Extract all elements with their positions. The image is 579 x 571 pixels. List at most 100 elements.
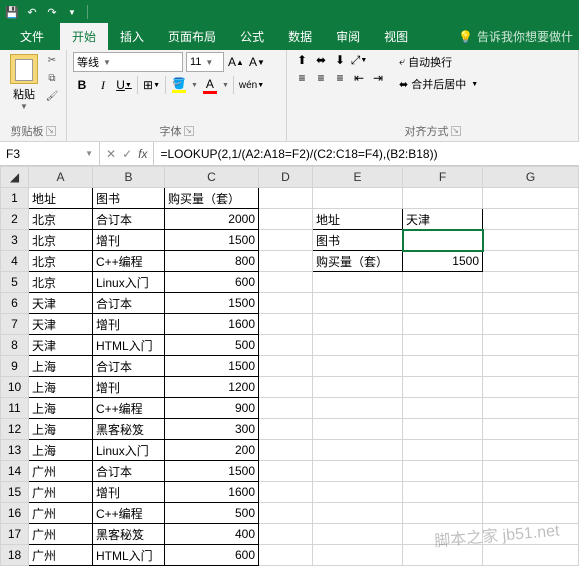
align-left-icon[interactable]: ≡ [293, 70, 311, 86]
cell[interactable]: 600 [165, 272, 259, 293]
chevron-down-icon[interactable]: ▼ [191, 82, 198, 89]
cell[interactable] [403, 461, 483, 482]
worksheet[interactable]: ◢ A B C D E F G 1 地址 图书 购买量（套） 2 北京合订本20… [0, 166, 579, 566]
cell[interactable] [483, 314, 579, 335]
cell[interactable]: 1500 [403, 251, 483, 272]
align-middle-icon[interactable]: ⬌ [312, 52, 330, 68]
decrease-font-icon[interactable]: A▼ [248, 52, 266, 72]
cell[interactable]: C++编程 [93, 503, 165, 524]
cell[interactable]: Linux入门 [93, 272, 165, 293]
fx-icon[interactable]: fx [138, 147, 147, 161]
tab-review[interactable]: 审阅 [324, 23, 372, 50]
cell[interactable] [483, 251, 579, 272]
cell[interactable] [259, 356, 313, 377]
cell[interactable] [483, 230, 579, 251]
font-color-button[interactable]: A [201, 77, 219, 94]
row-header[interactable]: 13 [1, 440, 29, 461]
cell[interactable] [403, 188, 483, 209]
cell[interactable]: 图书 [313, 230, 403, 251]
cell[interactable]: 广州 [29, 461, 93, 482]
cell[interactable]: 广州 [29, 524, 93, 545]
cell[interactable] [259, 272, 313, 293]
cell[interactable]: 合订本 [93, 209, 165, 230]
cell[interactable] [313, 461, 403, 482]
cell[interactable]: 北京 [29, 251, 93, 272]
italic-button[interactable]: I [94, 75, 112, 95]
cell[interactable]: 购买量（套） [165, 188, 259, 209]
cell[interactable] [259, 377, 313, 398]
phonetic-button[interactable]: wén▼ [238, 75, 265, 95]
col-header-F[interactable]: F [403, 167, 483, 188]
cell[interactable]: 北京 [29, 209, 93, 230]
cell[interactable]: C++编程 [93, 251, 165, 272]
cell[interactable] [259, 440, 313, 461]
cell[interactable] [313, 545, 403, 566]
cell[interactable] [403, 293, 483, 314]
cell[interactable]: 500 [165, 503, 259, 524]
cell[interactable] [483, 440, 579, 461]
cell[interactable]: 合订本 [93, 461, 165, 482]
cell[interactable]: 1600 [165, 482, 259, 503]
row-header[interactable]: 11 [1, 398, 29, 419]
cell[interactable] [403, 482, 483, 503]
col-header-D[interactable]: D [259, 167, 313, 188]
align-bottom-icon[interactable]: ⬇ [331, 52, 349, 68]
wrap-text-button[interactable]: ⤶自动换行 [395, 52, 482, 72]
cell[interactable] [403, 314, 483, 335]
align-center-icon[interactable]: ≡ [312, 70, 330, 86]
cell[interactable] [483, 503, 579, 524]
cell[interactable] [259, 524, 313, 545]
paste-button[interactable]: 粘贴 ▼ [6, 52, 42, 113]
cell[interactable]: 增刊 [93, 377, 165, 398]
cell[interactable]: 图书 [93, 188, 165, 209]
chevron-down-icon[interactable]: ▼ [222, 82, 229, 89]
tab-layout[interactable]: 页面布局 [156, 23, 228, 50]
tab-view[interactable]: 视图 [372, 23, 420, 50]
font-size-combo[interactable]: 11▼ [186, 52, 224, 72]
row-header[interactable]: 14 [1, 461, 29, 482]
cell[interactable]: 上海 [29, 356, 93, 377]
tell-me[interactable]: 💡 告诉我你想要做什 [452, 23, 579, 50]
cell[interactable] [313, 314, 403, 335]
cell[interactable] [403, 419, 483, 440]
cell[interactable]: 800 [165, 251, 259, 272]
cell[interactable] [259, 461, 313, 482]
row-header[interactable]: 17 [1, 524, 29, 545]
undo-icon[interactable]: ↶ [24, 4, 40, 20]
cell[interactable]: 广州 [29, 545, 93, 566]
cell[interactable] [313, 188, 403, 209]
col-header-B[interactable]: B [93, 167, 165, 188]
cell[interactable]: 黑客秘笈 [93, 419, 165, 440]
cell[interactable] [403, 398, 483, 419]
cell[interactable] [483, 293, 579, 314]
cell[interactable] [259, 230, 313, 251]
cell[interactable] [483, 524, 579, 545]
row-header[interactable]: 9 [1, 356, 29, 377]
format-painter-icon[interactable]: 🖌 [44, 88, 60, 104]
cell[interactable]: 天津 [29, 335, 93, 356]
row-header[interactable]: 4 [1, 251, 29, 272]
cell[interactable] [313, 440, 403, 461]
cell[interactable] [483, 272, 579, 293]
row-header[interactable]: 1 [1, 188, 29, 209]
cell[interactable] [313, 335, 403, 356]
bold-button[interactable]: B [73, 75, 91, 95]
cell[interactable]: 2000 [165, 209, 259, 230]
cell[interactable]: 1500 [165, 230, 259, 251]
row-header[interactable]: 16 [1, 503, 29, 524]
cell[interactable] [403, 272, 483, 293]
cell[interactable]: 增刊 [93, 482, 165, 503]
cell[interactable] [483, 356, 579, 377]
cell[interactable]: 天津 [29, 314, 93, 335]
cut-icon[interactable]: ✂ [44, 52, 60, 68]
row-header[interactable]: 2 [1, 209, 29, 230]
col-header-A[interactable]: A [29, 167, 93, 188]
col-header-G[interactable]: G [483, 167, 579, 188]
indent-increase-icon[interactable]: ⇥ [369, 70, 387, 86]
cell[interactable]: 广州 [29, 503, 93, 524]
cell[interactable] [403, 524, 483, 545]
row-header[interactable]: 3 [1, 230, 29, 251]
cell[interactable] [483, 419, 579, 440]
cell[interactable] [313, 293, 403, 314]
cancel-icon[interactable]: ✕ [106, 147, 116, 161]
